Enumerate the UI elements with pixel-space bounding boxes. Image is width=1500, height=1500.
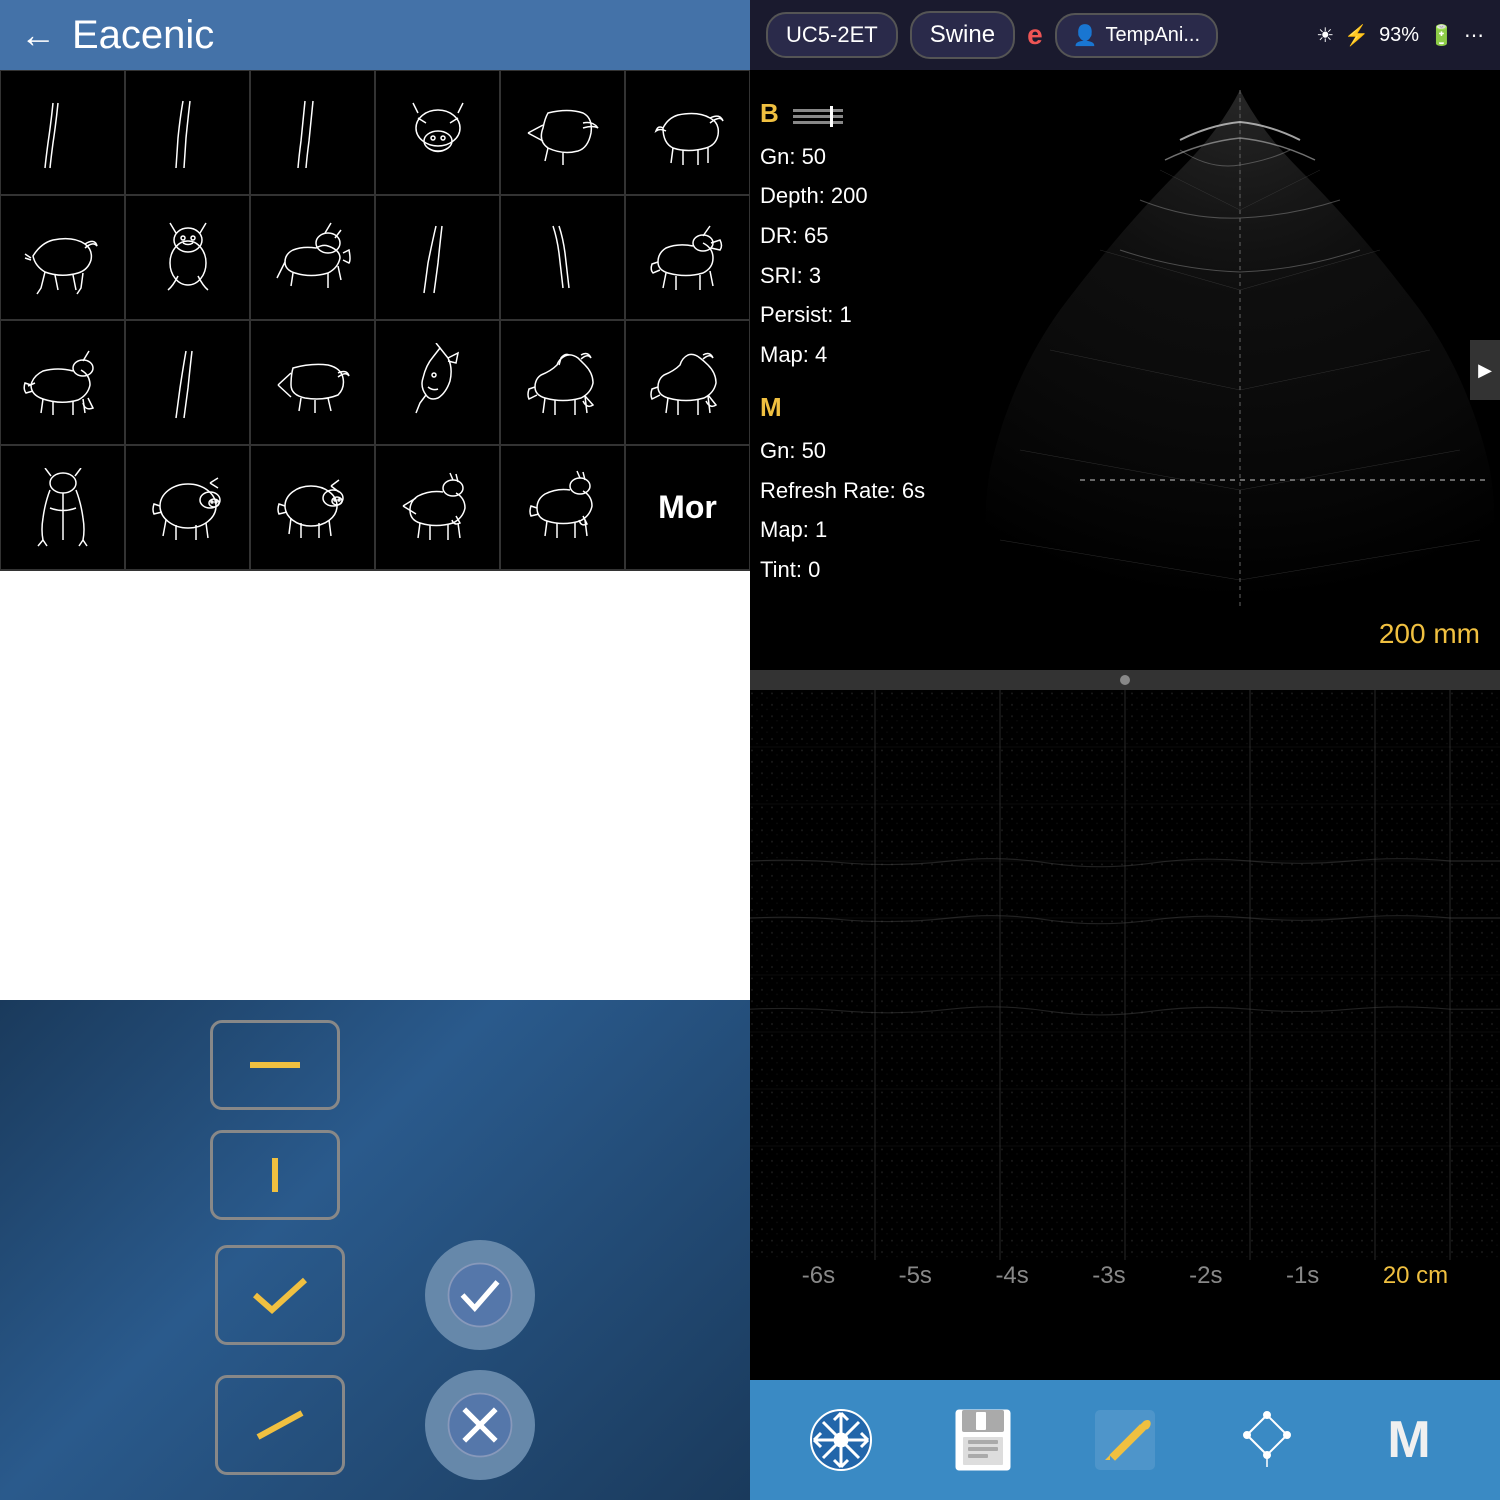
freeze-button[interactable]	[791, 1390, 891, 1490]
animal-cell-leg5[interactable]	[500, 195, 625, 320]
dr-param: DR: 65	[760, 216, 925, 256]
animal-cell-cat-walking[interactable]	[250, 195, 375, 320]
b-label: B	[760, 98, 779, 128]
user-icon: 👤	[1073, 23, 1098, 48]
animal-cell-cow-head[interactable]	[375, 70, 500, 195]
animal-cell-goat-walking[interactable]	[375, 445, 500, 570]
header: ← Eacenic	[0, 0, 750, 70]
user-button[interactable]: 👤 TempAni...	[1055, 13, 1218, 58]
m-map-param: Map: 1	[760, 510, 925, 550]
animal-cell-horse-full[interactable]	[500, 320, 625, 445]
horizontal-bar-button[interactable]	[210, 1020, 340, 1110]
page-title: Eacenic	[72, 13, 214, 58]
animal-grid: Mor	[0, 70, 750, 571]
mmode-lines	[750, 690, 1500, 1260]
more-icon[interactable]: ⋯	[1464, 23, 1484, 48]
white-area	[0, 571, 750, 1000]
right-panel: UC5-2ET Swine e 👤 TempAni... ☀ ⚡ 93% 🔋 ⋯…	[750, 0, 1500, 1500]
time-labels: -6s -5s -4s -3s -2s -1s 20 cm	[750, 1262, 1500, 1290]
mmode-display: -6s -5s -4s -3s -2s -1s 20 cm	[750, 690, 1500, 1380]
params-overlay: B Gn: 50 Depth: 200 DR: 65 SRI: 3 Persis…	[760, 90, 925, 590]
animal-cell-pig-body[interactable]	[125, 445, 250, 570]
time-minus6: -6s	[802, 1262, 835, 1290]
m-label: M	[760, 392, 782, 422]
animal-indicator: e	[1027, 19, 1043, 51]
ultrasound-display: B Gn: 50 Depth: 200 DR: 65 SRI: 3 Persis…	[750, 70, 1500, 670]
animal-cell-cat-sitting[interactable]	[125, 195, 250, 320]
map-param: Map: 4	[760, 335, 925, 375]
animal-cell-cat-hanging[interactable]	[0, 445, 125, 570]
sri-param: SRI: 3	[760, 256, 925, 296]
depth-param: Depth: 200	[760, 176, 925, 216]
swine-button[interactable]: Swine	[910, 11, 1015, 59]
m-mode-button[interactable]: M	[1359, 1390, 1459, 1490]
depth-label: 200 mm	[1379, 618, 1480, 650]
bottom-controls	[0, 1000, 750, 1500]
right-top-bar: UC5-2ET Swine e 👤 TempAni... ☀ ⚡ 93% 🔋 ⋯	[750, 0, 1500, 70]
vertical-bar-button[interactable]	[210, 1130, 340, 1220]
cancel-button[interactable]	[215, 1375, 345, 1475]
probe-button[interactable]: UC5-2ET	[766, 12, 898, 58]
refresh-rate-param: Refresh Rate: 6s	[760, 471, 925, 511]
persist-param: Persist: 1	[760, 295, 925, 335]
animal-cell-animal-lying[interactable]	[250, 320, 375, 445]
measure-button[interactable]	[1217, 1390, 1317, 1490]
animal-cell-cow-arrow[interactable]	[500, 70, 625, 195]
sun-icon: ☀	[1316, 23, 1334, 48]
animal-cell-horse-head[interactable]	[375, 320, 500, 445]
more-label: Mor	[658, 489, 717, 526]
animal-cell-dog-silhouette[interactable]	[0, 320, 125, 445]
cm-label: 20 cm	[1383, 1262, 1448, 1290]
animal-cell-horse-standing[interactable]	[625, 320, 750, 445]
usb-icon: ⚡	[1344, 23, 1369, 48]
m-gn-param: Gn: 50	[760, 431, 925, 471]
m-mode-label: M	[1387, 1410, 1430, 1470]
battery-label: 93%	[1379, 24, 1419, 47]
animal-cell-cow-side[interactable]	[625, 70, 750, 195]
animal-cell-leg1[interactable]	[0, 70, 125, 195]
animal-cell-dog-standing[interactable]	[625, 195, 750, 320]
time-minus2: -2s	[1189, 1262, 1222, 1290]
animal-cell-leg4[interactable]	[375, 195, 500, 320]
side-button-1[interactable]: ▶	[1470, 340, 1500, 400]
animal-cell-leg3[interactable]	[250, 70, 375, 195]
status-icons: ☀ ⚡ 93% 🔋 ⋯	[1316, 23, 1484, 48]
confirm-cancel-button[interactable]	[425, 1370, 535, 1480]
save-button[interactable]	[933, 1390, 1033, 1490]
b-gn: Gn: 50	[760, 137, 925, 177]
us-visual	[980, 70, 1500, 650]
time-minus4: -4s	[995, 1262, 1028, 1290]
back-button[interactable]: ←	[20, 14, 56, 56]
check-button[interactable]	[215, 1245, 345, 1345]
animal-cell-cow-walking[interactable]	[0, 195, 125, 320]
us-divider	[750, 670, 1500, 690]
animal-cell-goat-standing[interactable]	[500, 445, 625, 570]
animal-cell-leg2[interactable]	[125, 70, 250, 195]
battery-icon: 🔋	[1429, 23, 1454, 48]
right-side-buttons: ▶	[1470, 340, 1500, 400]
edit-button[interactable]	[1075, 1390, 1175, 1490]
time-minus3: -3s	[1092, 1262, 1125, 1290]
left-panel: ← Eacenic	[0, 0, 750, 1500]
animal-cell-more[interactable]: Mor	[625, 445, 750, 570]
animal-cell-pig-side[interactable]	[250, 445, 375, 570]
animal-cell-leg6[interactable]	[125, 320, 250, 445]
user-label: TempAni...	[1106, 24, 1200, 47]
confirm-check-button[interactable]	[425, 1240, 535, 1350]
time-minus1: -1s	[1286, 1262, 1319, 1290]
bottom-nav: M	[750, 1380, 1500, 1500]
time-minus5: -5s	[899, 1262, 932, 1290]
tint-param: Tint: 0	[760, 550, 925, 590]
